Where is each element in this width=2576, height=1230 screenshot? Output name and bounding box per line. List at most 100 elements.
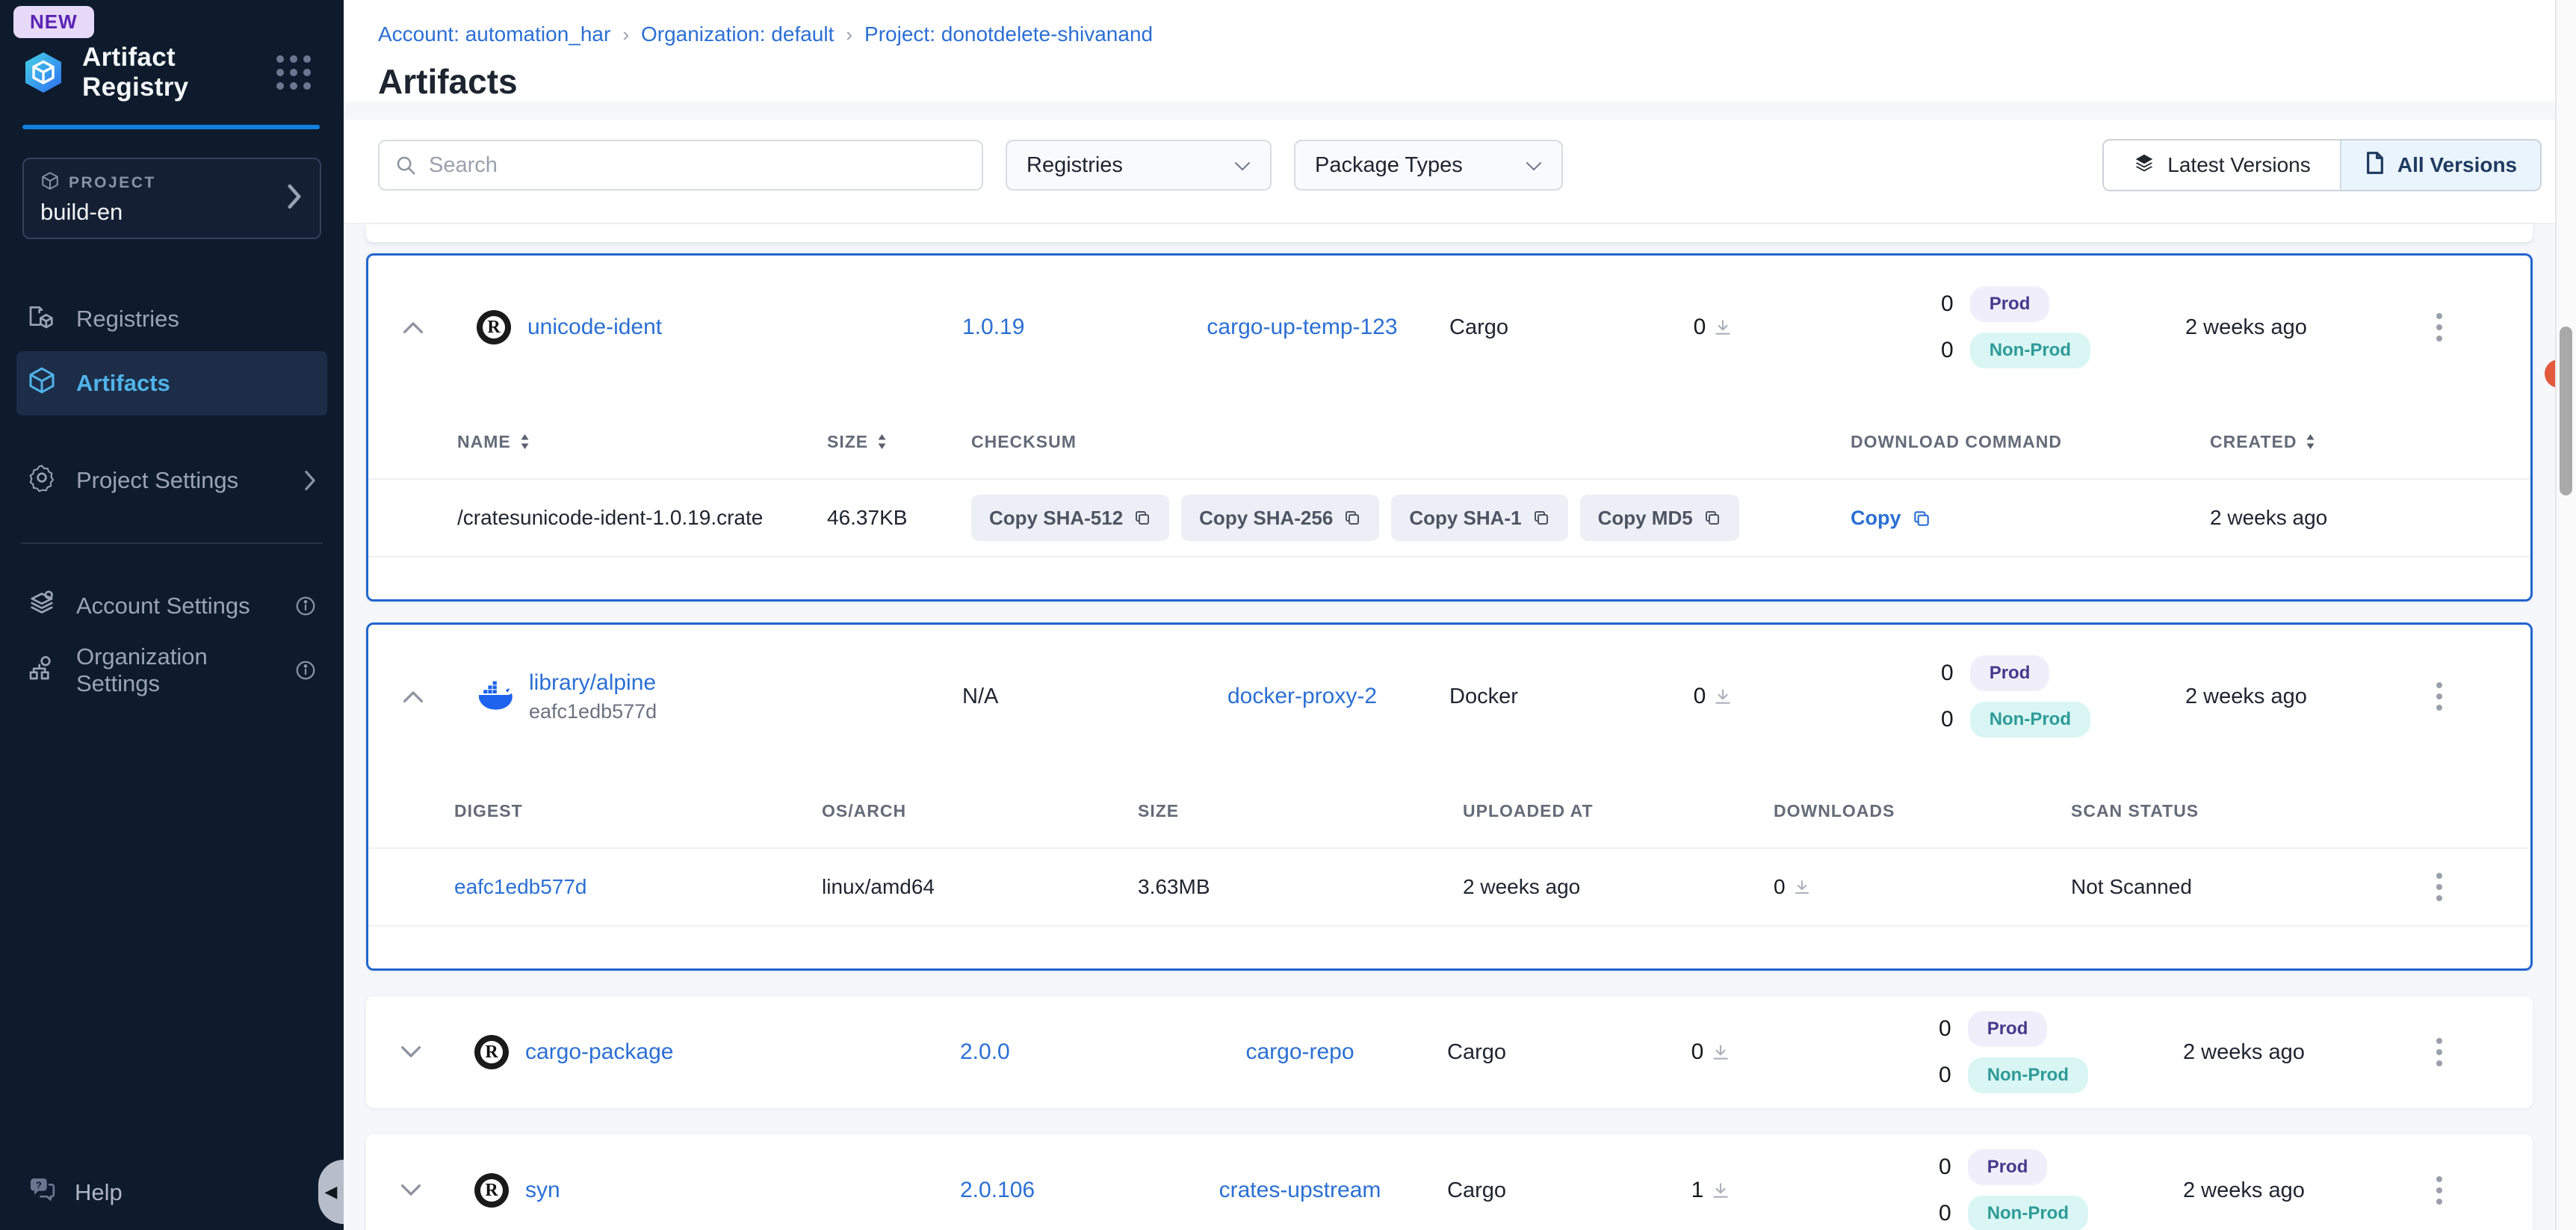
cargo-icon: R	[477, 310, 511, 344]
collapse-chevron-up-icon[interactable]	[368, 690, 458, 703]
row-menu-kebab-icon[interactable]	[2429, 1169, 2450, 1212]
artifact-name-link[interactable]: unicode-ident	[527, 315, 662, 340]
copy-icon	[1703, 509, 1721, 527]
prod-count: 0	[1941, 661, 1954, 686]
package-type: Cargo	[1405, 1178, 1599, 1203]
latest-versions-label: Latest Versions	[2167, 153, 2310, 177]
sort-icon	[877, 434, 887, 449]
nonprod-badge: Non-Prod	[1968, 1057, 2088, 1093]
copy-sha1-button[interactable]: Copy SHA-1	[1391, 495, 1567, 541]
row-menu-kebab-icon[interactable]	[2429, 306, 2450, 349]
sidebar-item-account-settings[interactable]: Account Settings	[16, 574, 327, 638]
digests-header-size: SIZE	[1048, 801, 1422, 821]
document-icon	[2365, 151, 2385, 180]
breadcrumb-project-link[interactable]: Project: donotdelete-shivanand	[864, 22, 1153, 46]
artifact-row: R unicode-ident 1.0.19 cargo-up-temp-123…	[368, 256, 2530, 399]
digest-os-arch: linux/amd64	[794, 875, 1048, 899]
breadcrumb-organization-link[interactable]: Organization: default	[641, 22, 834, 46]
expand-chevron-down-icon[interactable]	[366, 1184, 456, 1197]
copy-icon	[1133, 509, 1151, 527]
all-versions-button[interactable]: All Versions	[2340, 140, 2540, 190]
artifact-name-link[interactable]: syn	[525, 1178, 560, 1203]
package-types-filter-dropdown[interactable]: Package Types	[1294, 140, 1563, 191]
collapse-chevron-up-icon[interactable]	[368, 321, 458, 334]
file-name: /cratesunicode-ident-1.0.19.crate	[368, 506, 787, 530]
project-label: PROJECT	[69, 174, 156, 192]
artifact-registry-link[interactable]: crates-upstream	[1219, 1178, 1381, 1202]
sidebar-item-project-settings[interactable]: Project Settings	[16, 448, 327, 513]
latest-versions-button[interactable]: Latest Versions	[2104, 140, 2340, 190]
info-icon[interactable]	[294, 595, 317, 617]
digest-download-count: 0	[1774, 875, 1786, 899]
layers-icon	[2133, 152, 2155, 179]
copy-download-command-link[interactable]: Copy	[1851, 507, 1931, 530]
chevron-down-icon	[1503, 153, 1542, 178]
download-count: 0	[1694, 684, 1706, 709]
artifact-name-link[interactable]: library/alpine	[529, 670, 657, 696]
scrollbar-track[interactable]	[2555, 0, 2576, 1230]
sidebar-item-artifacts[interactable]: Artifacts	[16, 351, 327, 415]
search-box	[378, 140, 983, 191]
registries-filter-label: Registries	[1027, 153, 1123, 178]
breadcrumb-account-link[interactable]: Account: automation_har	[378, 22, 610, 46]
files-header-created[interactable]: CREATED	[2169, 432, 2530, 452]
nonprod-count: 0	[1941, 707, 1954, 732]
sidebar-divider	[21, 543, 323, 544]
digests-header-uploaded: UPLOADED AT	[1422, 801, 1721, 821]
scrollbar-thumb[interactable]	[2560, 327, 2572, 495]
partially-scrolled-card	[366, 224, 2533, 242]
breadcrumb: Account: automation_har › Organization: …	[378, 22, 2542, 46]
sidebar-item-label: Artifacts	[76, 370, 170, 397]
search-input[interactable]	[378, 140, 983, 191]
cargo-icon: R	[474, 1173, 509, 1208]
chevron-right-icon: ›	[622, 23, 629, 46]
info-icon[interactable]	[294, 659, 317, 682]
files-header-name[interactable]: NAME	[368, 432, 787, 452]
page-header: Account: automation_har › Organization: …	[344, 0, 2576, 102]
artifact-card-cargo-package: R cargo-package 2.0.0 cargo-repo Cargo 0…	[366, 996, 2533, 1108]
digest-link[interactable]: eafc1edb577d	[454, 875, 587, 898]
files-header-size[interactable]: SIZE	[787, 432, 944, 452]
sidebar-item-organization-settings[interactable]: Organization Settings	[16, 638, 327, 702]
row-menu-kebab-icon[interactable]	[2429, 1030, 2450, 1074]
sidebar-collapse-handle[interactable]: ◀	[318, 1160, 344, 1224]
prod-badge: Prod	[1968, 1011, 2048, 1047]
chevron-down-icon	[1212, 153, 1251, 178]
artifact-card-library-alpine: library/alpine eafc1edb577d N/A docker-p…	[366, 622, 2533, 971]
created-date: 2 weeks ago	[2122, 1178, 2346, 1203]
download-icon	[1711, 1042, 1730, 1062]
product-title: Artifact Registry	[82, 43, 258, 102]
artifact-row: library/alpine eafc1edb577d N/A docker-p…	[368, 625, 2530, 768]
copy-md5-button[interactable]: Copy MD5	[1580, 495, 1739, 541]
sidebar-item-registries[interactable]: Registries	[16, 287, 327, 351]
created-date: 2 weeks ago	[2122, 1040, 2346, 1065]
file-created: 2 weeks ago	[2169, 506, 2530, 530]
digest-row: eafc1edb577d linux/amd64 3.63MB 2 weeks …	[368, 849, 2530, 927]
artifact-registry-link[interactable]: cargo-up-temp-123	[1207, 315, 1397, 339]
expand-chevron-down-icon[interactable]	[366, 1045, 456, 1059]
artifact-name-link[interactable]: cargo-package	[525, 1039, 673, 1065]
help-button[interactable]: ? Help	[16, 1175, 133, 1211]
prod-badge: Prod	[1968, 1149, 2048, 1185]
artifact-registry-link[interactable]: cargo-repo	[1245, 1039, 1354, 1064]
prod-count: 0	[1939, 1016, 1951, 1042]
artifact-version-link[interactable]: 1.0.19	[962, 315, 1024, 339]
nonprod-badge: Non-Prod	[1968, 1196, 2088, 1230]
package-types-filter-label: Package Types	[1315, 153, 1463, 178]
chevron-right-icon	[303, 470, 317, 491]
artifact-version-link[interactable]: 2.0.0	[960, 1039, 1010, 1064]
account-layers-icon	[27, 588, 57, 624]
nonprod-count: 0	[1939, 1201, 1951, 1226]
row-menu-kebab-icon[interactable]	[2429, 865, 2450, 909]
copy-sha256-button[interactable]: Copy SHA-256	[1181, 495, 1379, 541]
row-menu-kebab-icon[interactable]	[2429, 675, 2450, 718]
artifact-registry-link[interactable]: docker-proxy-2	[1227, 684, 1377, 708]
project-selector[interactable]: PROJECT build-en	[22, 158, 321, 239]
copy-sha512-button[interactable]: Copy SHA-512	[971, 495, 1169, 541]
svg-text:?: ?	[36, 1179, 42, 1190]
artifact-version-link[interactable]: 2.0.106	[960, 1178, 1035, 1202]
registries-filter-dropdown[interactable]: Registries	[1006, 140, 1272, 191]
app-grid-icon[interactable]	[276, 55, 311, 90]
artifact-list: R unicode-ident 1.0.19 cargo-up-temp-123…	[344, 224, 2576, 1230]
download-icon	[1713, 318, 1733, 337]
